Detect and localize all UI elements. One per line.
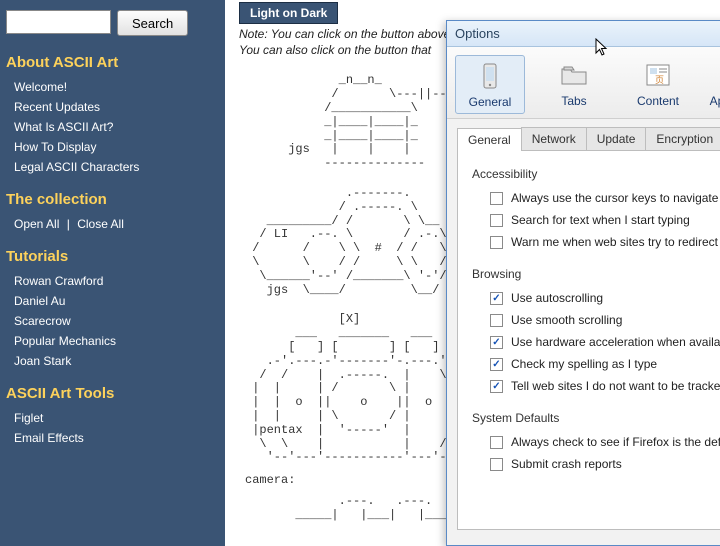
checkbox[interactable] bbox=[490, 380, 503, 393]
tab-general[interactable]: General bbox=[457, 128, 522, 151]
chk-autoscroll[interactable]: Use autoscrolling bbox=[472, 287, 720, 309]
group-browsing: Browsing bbox=[472, 267, 720, 281]
panel-general: Accessibility Always use the cursor keys… bbox=[457, 150, 720, 530]
folder-icon bbox=[558, 59, 590, 91]
search-row: Search bbox=[6, 10, 219, 36]
chk-default-browser[interactable]: Always check to see if Firefox is the de… bbox=[472, 431, 720, 453]
chk-smooth[interactable]: Use smooth scrolling bbox=[472, 309, 720, 331]
checkbox[interactable] bbox=[490, 336, 503, 349]
checkbox[interactable] bbox=[490, 358, 503, 371]
checkbox[interactable] bbox=[490, 214, 503, 227]
checkbox[interactable] bbox=[490, 236, 503, 249]
dialog-title: Options bbox=[455, 26, 500, 41]
tool-applications[interactable]: Applications bbox=[707, 55, 720, 114]
chk-spelling[interactable]: Check my spelling as I type bbox=[472, 353, 720, 375]
nav-email-effects[interactable]: Email Effects bbox=[6, 428, 219, 448]
chk-label: Submit crash reports bbox=[511, 457, 622, 471]
tool-general-label: General bbox=[469, 95, 512, 109]
chk-dnt[interactable]: Tell web sites I do not want to be track… bbox=[472, 375, 720, 397]
nav-daniel[interactable]: Daniel Au bbox=[6, 291, 219, 311]
tabstrip: General Network Update Encryption bbox=[457, 127, 720, 150]
section-collection: The collection bbox=[6, 191, 219, 208]
checkbox[interactable] bbox=[490, 458, 503, 471]
close-all[interactable]: Close All bbox=[77, 217, 124, 231]
sidebar: Search About ASCII Art Welcome! Recent U… bbox=[0, 0, 225, 546]
nav-recent-updates[interactable]: Recent Updates bbox=[6, 97, 219, 117]
section-tutorials: Tutorials bbox=[6, 248, 219, 265]
group-accessibility: Accessibility bbox=[472, 167, 720, 181]
open-all[interactable]: Open All bbox=[6, 217, 59, 231]
dialog-titlebar[interactable]: Options bbox=[447, 21, 720, 47]
light-on-dark-button[interactable]: Light on Dark bbox=[239, 2, 338, 24]
chk-crash-reports[interactable]: Submit crash reports bbox=[472, 453, 720, 475]
chk-label: Always check to see if Firefox is the de… bbox=[511, 435, 720, 449]
options-dialog: Options General Tabs 页 Content Applicati… bbox=[446, 20, 720, 546]
checkbox[interactable] bbox=[490, 192, 503, 205]
checkbox[interactable] bbox=[490, 436, 503, 449]
chk-label: Search for text when I start typing bbox=[511, 213, 690, 227]
chk-cursor-keys[interactable]: Always use the cursor keys to navigate w bbox=[472, 187, 720, 209]
tool-apps-label: Applications bbox=[710, 94, 720, 108]
chk-label: Check my spelling as I type bbox=[511, 357, 657, 371]
nav-welcome[interactable]: Welcome! bbox=[6, 77, 219, 97]
chk-label: Use smooth scrolling bbox=[511, 313, 622, 327]
section-tools: ASCII Art Tools bbox=[6, 385, 219, 402]
tab-update[interactable]: Update bbox=[586, 127, 647, 150]
tab-encryption[interactable]: Encryption bbox=[645, 127, 720, 150]
checkbox[interactable] bbox=[490, 292, 503, 305]
checkbox[interactable] bbox=[490, 314, 503, 327]
phone-icon bbox=[474, 60, 506, 92]
search-input[interactable] bbox=[6, 10, 111, 34]
search-button[interactable]: Search bbox=[117, 10, 188, 36]
chk-warn-redirect[interactable]: Warn me when web sites try to redirect o bbox=[472, 231, 720, 253]
nav-what-is[interactable]: What Is ASCII Art? bbox=[6, 117, 219, 137]
content-icon: 页 bbox=[642, 59, 674, 91]
dialog-toolbar: General Tabs 页 Content Applications bbox=[447, 47, 720, 119]
chk-hwaccel[interactable]: Use hardware acceleration when availabl bbox=[472, 331, 720, 353]
tool-general[interactable]: General bbox=[455, 55, 525, 114]
nav-popmech[interactable]: Popular Mechanics bbox=[6, 331, 219, 351]
nav-scarecrow[interactable]: Scarecrow bbox=[6, 311, 219, 331]
tool-tabs[interactable]: Tabs bbox=[539, 55, 609, 114]
chk-label: Use autoscrolling bbox=[511, 291, 603, 305]
nav-rowan[interactable]: Rowan Crawford bbox=[6, 271, 219, 291]
nav-legal-chars[interactable]: Legal ASCII Characters bbox=[6, 157, 219, 177]
chk-label: Always use the cursor keys to navigate w bbox=[511, 191, 720, 205]
sep: | bbox=[63, 217, 74, 231]
tool-content-label: Content bbox=[637, 94, 679, 108]
tab-network[interactable]: Network bbox=[521, 127, 587, 150]
nav-joan[interactable]: Joan Stark bbox=[6, 351, 219, 371]
tool-content[interactable]: 页 Content bbox=[623, 55, 693, 114]
chk-search-typing[interactable]: Search for text when I start typing bbox=[472, 209, 720, 231]
chk-label: Tell web sites I do not want to be track… bbox=[511, 379, 720, 393]
nav-how-to-display[interactable]: How To Display bbox=[6, 137, 219, 157]
chk-label: Warn me when web sites try to redirect o bbox=[511, 235, 720, 249]
svg-text:页: 页 bbox=[655, 75, 664, 85]
chk-label: Use hardware acceleration when availabl bbox=[511, 335, 720, 349]
section-about: About ASCII Art bbox=[6, 54, 219, 71]
group-sysdefaults: System Defaults bbox=[472, 411, 720, 425]
nav-figlet[interactable]: Figlet bbox=[6, 408, 219, 428]
tool-tabs-label: Tabs bbox=[561, 94, 586, 108]
